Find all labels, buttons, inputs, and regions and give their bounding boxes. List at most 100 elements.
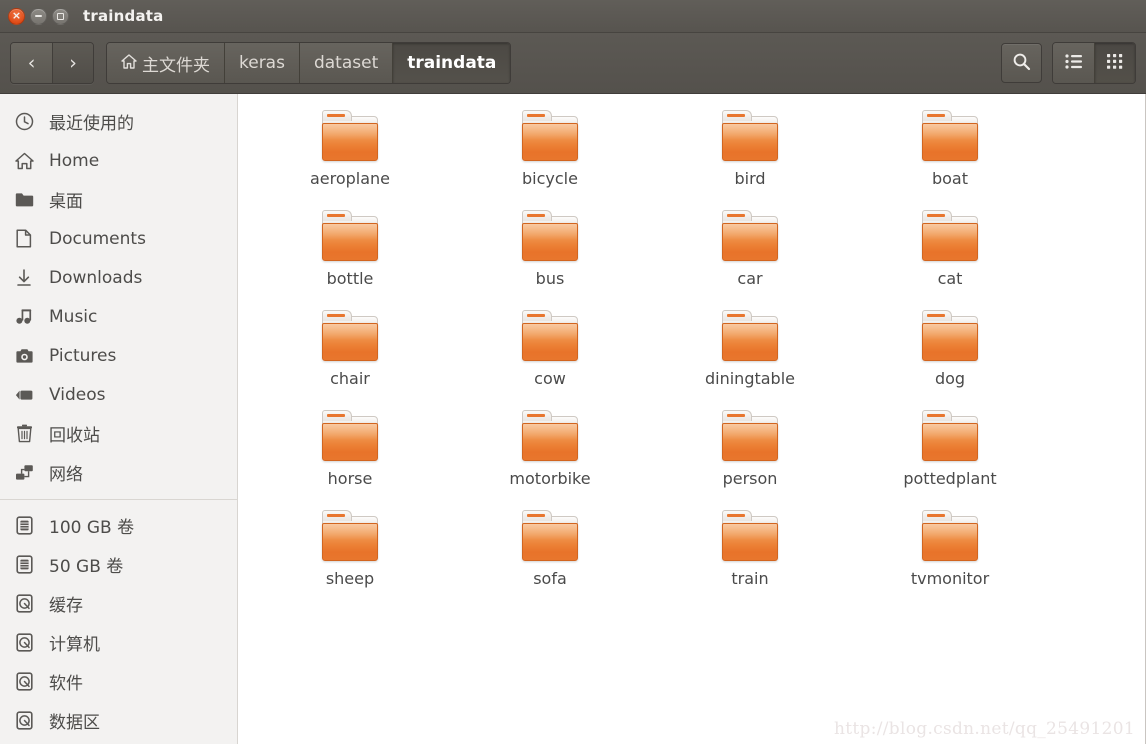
folder-grid: aeroplane bicycle bird boat bottle bus c… [238,102,1145,602]
search-icon [1012,52,1031,75]
folder-item[interactable]: car [650,202,850,302]
sidebar-item-software[interactable]: 软件 [0,662,237,701]
folder-item[interactable]: boat [850,102,1050,202]
folder-item[interactable]: motorbike [450,402,650,502]
folder-icon [921,210,979,262]
breadcrumb-item-keras[interactable]: keras [224,43,299,83]
toolbar-right-group [1001,42,1136,84]
folder-item[interactable]: tvmonitor [850,502,1050,602]
sidebar-item-label: 最近使用的 [49,114,134,134]
disk-icon [13,632,35,654]
close-icon: × [11,9,22,22]
sidebar-item-desktop[interactable]: 桌面 [0,180,237,219]
folder-item[interactable]: diningtable [650,302,850,402]
folder-icon [321,210,379,262]
folder-item[interactable]: train [650,502,850,602]
title-bar: × traindata [0,0,1146,33]
folder-icon [921,410,979,462]
sidebar-item-label: 缓存 [49,596,83,616]
file-manager-window: × traindata ‹ › 主文件夹 keras dataset train… [0,0,1146,744]
folder-label: aeroplane [309,169,391,188]
folder-icon [721,110,779,162]
sidebar: 最近使用的 Home 桌面 Documents Downloads Music … [0,94,238,744]
breadcrumb-item-traindata[interactable]: traindata [392,43,511,83]
sidebar-item-recent[interactable]: 最近使用的 [0,102,237,141]
sidebar-item-music[interactable]: Music [0,297,237,336]
toolbar: ‹ › 主文件夹 keras dataset traindata [0,33,1146,94]
list-view-button[interactable] [1053,43,1094,83]
folder-icon [321,310,379,362]
folder-label: cow [534,369,566,388]
sidebar-item-pictures[interactable]: Pictures [0,336,237,375]
breadcrumb-item-dataset[interactable]: dataset [298,43,393,83]
folder-item[interactable]: sofa [450,502,650,602]
folder-item[interactable]: aeroplane [250,102,450,202]
breadcrumb-item-label: traindata [407,53,497,73]
sidebar-item-computer[interactable]: 计算机 [0,623,237,662]
breadcrumb-item-home[interactable]: 主文件夹 [107,43,224,83]
folder-label: bottle [326,269,374,288]
folder-item[interactable]: person [650,402,850,502]
breadcrumb-item-label: 主文件夹 [142,55,210,76]
window-title: traindata [83,7,164,25]
folder-item[interactable]: sheep [250,502,450,602]
sidebar-item-label: 回收站 [49,426,100,446]
folder-item[interactable]: bottle [250,202,450,302]
folder-item[interactable]: dog [850,302,1050,402]
file-grid-area[interactable]: aeroplane bicycle bird boat bottle bus c… [238,94,1146,744]
sidebar-item-home[interactable]: Home [0,141,237,180]
sidebar-item-label: Downloads [49,267,143,288]
list-view-icon [1065,53,1082,73]
folder-icon [721,210,779,262]
folder-item[interactable]: chair [250,302,450,402]
sidebar-item-label: 数据区 [49,713,100,733]
sidebar-item-volume-50gb[interactable]: 50 GB 卷 [0,545,237,584]
close-button[interactable]: × [8,7,25,25]
home-icon [121,53,137,73]
back-button[interactable]: ‹ [11,43,52,83]
forward-button[interactable]: › [52,43,93,83]
maximize-button[interactable] [52,7,69,25]
window-body: 最近使用的 Home 桌面 Documents Downloads Music … [0,94,1146,744]
video-icon [13,384,35,406]
sidebar-item-label: Documents [49,228,146,249]
folder-item[interactable]: pottedplant [850,402,1050,502]
navigation-buttons: ‹ › [10,42,94,84]
sidebar-item-volume-100gb[interactable]: 100 GB 卷 [0,506,237,545]
minimize-icon [35,15,42,17]
folder-label: bicycle [522,169,578,188]
toolbar-left-group: ‹ › 主文件夹 keras dataset traindata [10,42,512,84]
sidebar-item-network[interactable]: 网络 [0,453,237,492]
folder-label: diningtable [704,369,795,388]
folder-label: tvmonitor [910,569,990,588]
search-button[interactable] [1001,43,1042,83]
folder-item[interactable]: horse [250,402,450,502]
folder-label: dog [934,369,966,388]
sidebar-item-label: Videos [49,384,106,405]
folder-item[interactable]: bus [450,202,650,302]
folder-label: motorbike [509,469,591,488]
sidebar-item-trash[interactable]: 回收站 [0,414,237,453]
breadcrumb: 主文件夹 keras dataset traindata [106,42,512,84]
sidebar-item-cache[interactable]: 缓存 [0,584,237,623]
grid-view-button[interactable] [1094,43,1135,83]
minimize-button[interactable] [30,7,47,25]
camera-icon [13,345,35,367]
sidebar-item-downloads[interactable]: Downloads [0,258,237,297]
folder-label: pottedplant [903,469,997,488]
folder-label: person [722,469,778,488]
folder-item[interactable]: bird [650,102,850,202]
folder-icon [521,110,579,162]
folder-item[interactable]: cow [450,302,650,402]
folder-icon [521,410,579,462]
sidebar-item-documents[interactable]: Documents [0,219,237,258]
sidebar-item-label: 计算机 [49,635,100,655]
chevron-left-icon: ‹ [27,52,36,74]
sidebar-item-data[interactable]: 数据区 [0,701,237,740]
folder-icon [721,510,779,562]
folder-label: train [731,569,769,588]
folder-item[interactable]: cat [850,202,1050,302]
folder-item[interactable]: bicycle [450,102,650,202]
folder-icon [521,510,579,562]
sidebar-item-videos[interactable]: Videos [0,375,237,414]
